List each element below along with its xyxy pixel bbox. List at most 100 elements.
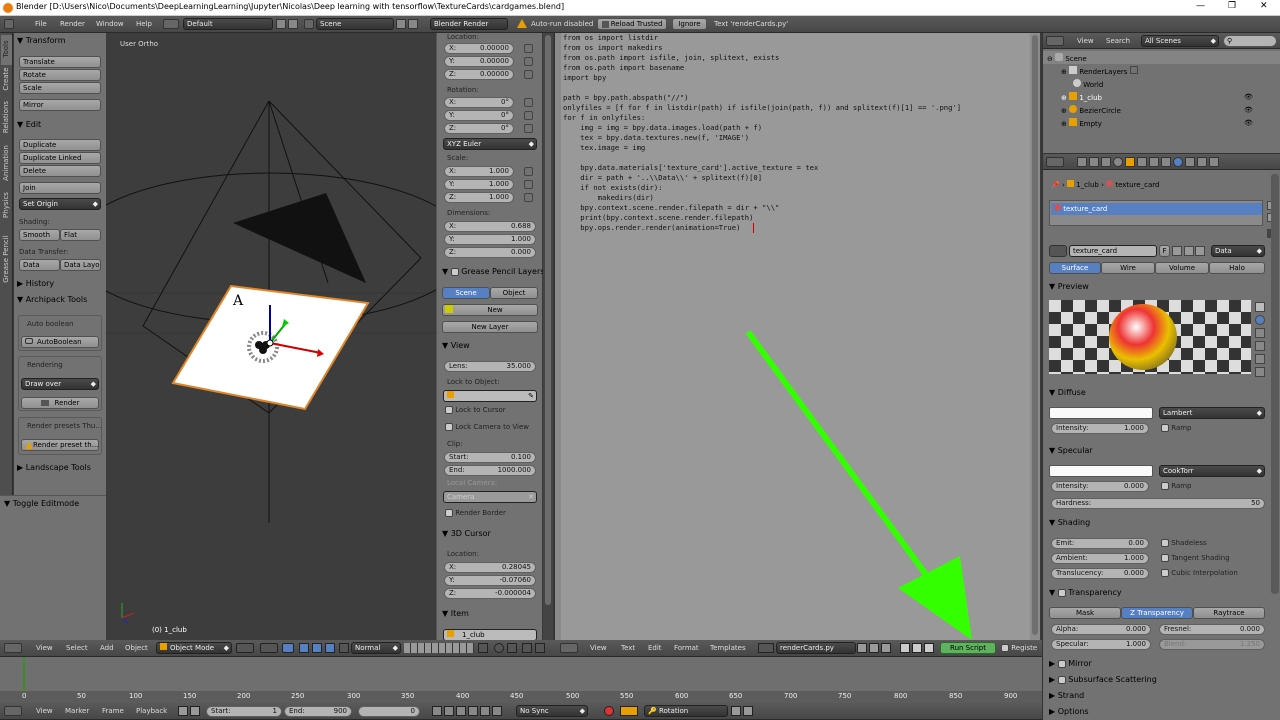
current-frame-field[interactable]: 0 (358, 706, 420, 717)
outliner-item-beziercircle[interactable]: ⊕ BezierCircle (1061, 105, 1121, 115)
outliner-item-renderlayers[interactable]: ⊕ RenderLayers (1061, 66, 1138, 76)
duplicate-linked-button[interactable]: Duplicate Linked (19, 152, 101, 164)
gp-new-button[interactable]: New (442, 304, 538, 316)
diffuse-header[interactable]: ▼ Diffuse (1049, 388, 1086, 397)
particles-tab-icon[interactable] (1197, 157, 1207, 167)
outliner-view-menu[interactable]: View (1077, 36, 1094, 46)
texture-tab-icon[interactable] (1185, 157, 1195, 167)
play-icon[interactable] (468, 706, 478, 716)
lock-rot-x-icon[interactable] (524, 98, 533, 107)
archipack-header[interactable]: ▼ Archipack Tools (17, 295, 87, 304)
snap-target-icon[interactable] (507, 643, 517, 653)
snap-icon[interactable] (494, 643, 504, 653)
transform-header[interactable]: ▼ Transform (17, 36, 66, 45)
timeline-menu-view[interactable]: View (36, 706, 53, 716)
dim-z-field[interactable]: Z: 0.000 (444, 247, 536, 258)
alpha-field[interactable]: Alpha: 0.000 (1051, 624, 1151, 635)
layout-icon[interactable] (163, 19, 179, 29)
item-header[interactable]: ▼ Item (442, 609, 469, 618)
menu-render[interactable]: Render (60, 19, 85, 29)
fake-user-button[interactable]: F (1159, 245, 1170, 257)
gp-layers-header[interactable]: ▼ Grease Pencil Layers (442, 267, 544, 276)
opengl-anim-icon[interactable] (535, 643, 545, 653)
specular-ramp-checkbox[interactable]: Ramp (1161, 482, 1192, 490)
shading-header[interactable]: ▼ Shading (1049, 518, 1090, 527)
loc-z-field[interactable]: Z: 0.00000 (444, 69, 514, 80)
play-reverse-icon[interactable] (456, 706, 466, 716)
node-material-icon[interactable] (1195, 246, 1205, 256)
keying-set-icon[interactable] (620, 706, 638, 716)
menu-file[interactable]: File (35, 19, 47, 29)
material-tab-icon[interactable] (1173, 157, 1183, 167)
data-layout-button[interactable]: Data Layo (60, 259, 101, 271)
render-engine-select[interactable]: Blender Render (430, 18, 508, 30)
physics-tab-icon[interactable] (1209, 157, 1219, 167)
menu-help[interactable]: Help (136, 19, 152, 29)
lock-rot-z-icon[interactable] (524, 124, 533, 133)
specular-intensity-field[interactable]: Intensity: 0.000 (1051, 481, 1149, 492)
viewport-menu-view[interactable]: View (36, 643, 53, 653)
close-button[interactable]: ✕ (1260, 1, 1268, 11)
gp-scene-tab[interactable]: Scene (442, 287, 490, 299)
mode-select[interactable]: Object Mode ◆ (156, 642, 232, 654)
lock-scl-z-icon[interactable] (524, 193, 533, 202)
scale-y-field[interactable]: Y: 1.000 (444, 179, 514, 190)
layer-buttons[interactable] (404, 643, 474, 653)
fresnel-field[interactable]: Fresnel: 0.000 (1159, 624, 1265, 635)
translate-button[interactable]: Translate (19, 56, 101, 68)
autoboolean-button[interactable]: AutoBoolean (21, 336, 99, 348)
end-frame-field[interactable]: End: 900 (284, 706, 352, 717)
visibility-eye-icon[interactable]: 👁 (1244, 119, 1253, 127)
strand-header[interactable]: ▶ Strand (1049, 691, 1084, 700)
tab-raytrace[interactable]: Raytrace (1193, 607, 1265, 619)
clip-start-field[interactable]: Start: 0.100 (444, 452, 536, 463)
hardness-field[interactable]: Hardness: 50 (1051, 498, 1265, 509)
lock-loc-x-icon[interactable] (524, 44, 533, 53)
specular-shader-select[interactable]: CookTorr ◆ (1159, 465, 1265, 477)
material-name-field[interactable]: texture_card (1069, 245, 1157, 257)
rotate-button[interactable]: Rotate (19, 69, 101, 81)
render-layers-icon[interactable] (478, 643, 488, 653)
lens-field[interactable]: Lens: 35.000 (444, 361, 536, 372)
tab-label-animation[interactable]: Animation (2, 140, 10, 186)
scene-icon[interactable] (304, 19, 314, 29)
text-file-field[interactable]: renderCards.py (776, 642, 856, 654)
timeline-editor-icon[interactable] (4, 706, 22, 716)
lock-loc-y-icon[interactable] (524, 57, 533, 66)
text-unlink-icon[interactable] (881, 643, 891, 653)
lock-scl-y-icon[interactable] (524, 180, 533, 189)
cursor-3d-header[interactable]: ▼ 3D Cursor (442, 529, 491, 538)
cursor-x-field[interactable]: X: 0.28045 (444, 562, 536, 573)
delete-button[interactable]: Delete (19, 165, 101, 177)
render-button[interactable]: Render (21, 397, 99, 409)
preview-header[interactable]: ▼ Preview (1049, 282, 1089, 291)
prev-keyframe-icon[interactable] (444, 706, 454, 716)
outliner-item-empty[interactable]: ⊕ Empty (1061, 118, 1102, 128)
scene-tab-icon[interactable] (1101, 157, 1111, 167)
outliner-item-scene[interactable]: ⊖ Scene (1047, 53, 1087, 63)
gp-object-tab[interactable]: Object (490, 287, 538, 299)
dim-y-field[interactable]: Y: 1.000 (444, 234, 536, 245)
shading-mode-icon[interactable] (236, 643, 254, 653)
data-button[interactable]: Data (19, 259, 60, 271)
landscape-header[interactable]: ▶ Landscape Tools (17, 463, 91, 472)
manipulator-icon[interactable] (282, 643, 294, 653)
shadeless-checkbox[interactable]: Shadeless (1161, 539, 1207, 547)
menu-window[interactable]: Window (96, 19, 124, 29)
tab-wire[interactable]: Wire (1101, 262, 1155, 274)
lock-camera-checkbox[interactable]: Lock Camera to View (445, 423, 529, 431)
diffuse-ramp-checkbox[interactable]: Ramp (1161, 424, 1192, 432)
word-wrap-icon[interactable] (912, 643, 922, 653)
preview-sphere-icon[interactable] (1255, 315, 1265, 325)
constraints-tab-icon[interactable] (1137, 157, 1147, 167)
new-material-icon[interactable] (1172, 246, 1182, 256)
viewport-3d[interactable]: User Ortho A (0) 1_club (106, 33, 436, 640)
orientation-icon[interactable] (339, 643, 349, 653)
options-header[interactable]: ▶ Options (1049, 707, 1089, 716)
specular-header[interactable]: ▼ Specular (1049, 446, 1093, 455)
rot-x-field[interactable]: X: 0° (444, 97, 514, 108)
orientation-select[interactable]: Normal ◆ (351, 642, 401, 654)
timeline[interactable]: 0 50 100 150 200 250 300 350 400 450 500… (0, 657, 1042, 703)
clip-end-field[interactable]: End: 1000.000 (444, 465, 536, 476)
sss-header[interactable]: ▶ Subsurface Scattering (1049, 675, 1157, 684)
